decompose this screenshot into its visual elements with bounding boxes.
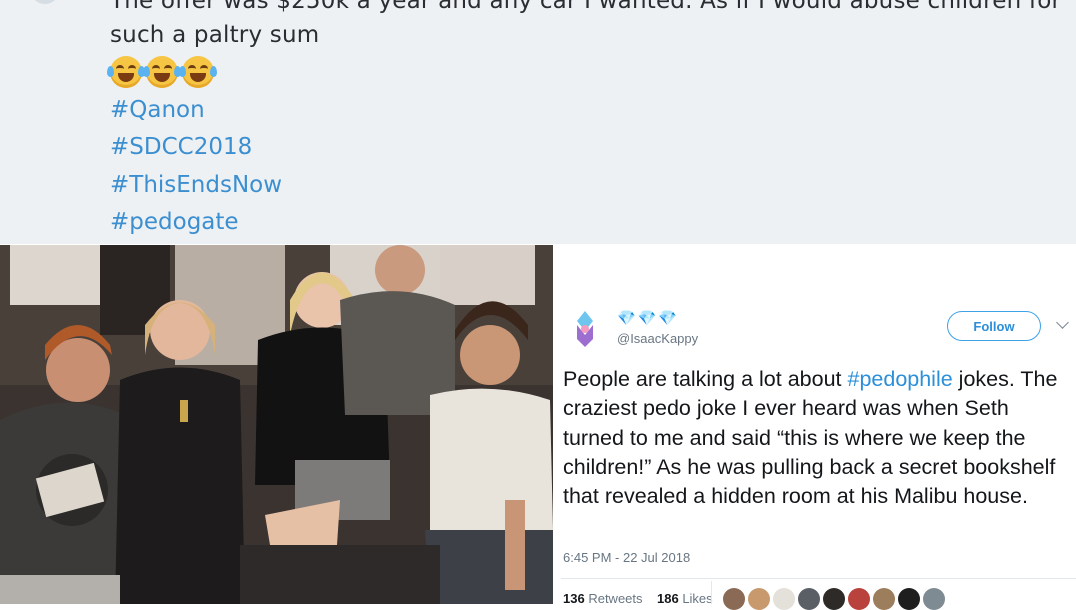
avatar[interactable] (898, 588, 920, 610)
chevron-down-icon[interactable] (1056, 316, 1069, 329)
tweet-body: People are talking a lot about #pedophil… (563, 365, 1075, 511)
hashtag-link-sdcc2018[interactable]: #SDCC2018 (110, 134, 252, 160)
avatar[interactable] (823, 588, 845, 610)
tweet-text-line: The offer was $250k a year and any car I… (110, 0, 1062, 14)
hashtag-link-pedophile[interactable]: #pedophile (847, 367, 952, 391)
hashtag-link-qanon[interactable]: #Qanon (110, 97, 205, 123)
diamond-badges: 💎💎💎 (617, 309, 680, 327)
embedded-tweet: 💎💎💎 @IsaacKappy Follow People are talkin… (553, 245, 1076, 610)
group-photo (0, 245, 553, 604)
avatar[interactable] (748, 588, 770, 610)
top-tweet-panel: The offer was $250k a year and any car I… (0, 0, 1076, 244)
divider (561, 578, 1076, 579)
avatar[interactable] (567, 309, 603, 349)
tweet-timestamp[interactable]: 6:45 PM - 22 Jul 2018 (563, 550, 690, 565)
user-handle[interactable]: @IsaacKappy (617, 331, 698, 346)
avatar[interactable] (848, 588, 870, 610)
divider (711, 581, 712, 604)
avatar[interactable] (873, 588, 895, 610)
profile-avatar-icon (577, 311, 593, 347)
hashtag-link-pedogate[interactable]: #pedogate (110, 209, 239, 235)
face-with-tears-of-joy-icon (179, 56, 217, 88)
avatar[interactable] (923, 588, 945, 610)
avatar[interactable] (773, 588, 795, 610)
hashtag-link-thisendsnow[interactable]: #ThisEndsNow (110, 172, 282, 198)
tweet-body-text: People are talking a lot about (563, 367, 848, 391)
avatar[interactable] (30, 0, 60, 4)
face-with-tears-of-joy-icon (143, 56, 181, 88)
face-with-tears-of-joy-icon (107, 56, 145, 88)
follow-button[interactable]: Follow (947, 311, 1041, 341)
avatar[interactable] (798, 588, 820, 610)
group-photo-image (0, 245, 553, 604)
tweet-text-line: such a paltry sum (110, 22, 320, 48)
emoji-row (107, 56, 217, 88)
liker-avatars (723, 588, 945, 610)
avatar[interactable] (723, 588, 745, 610)
